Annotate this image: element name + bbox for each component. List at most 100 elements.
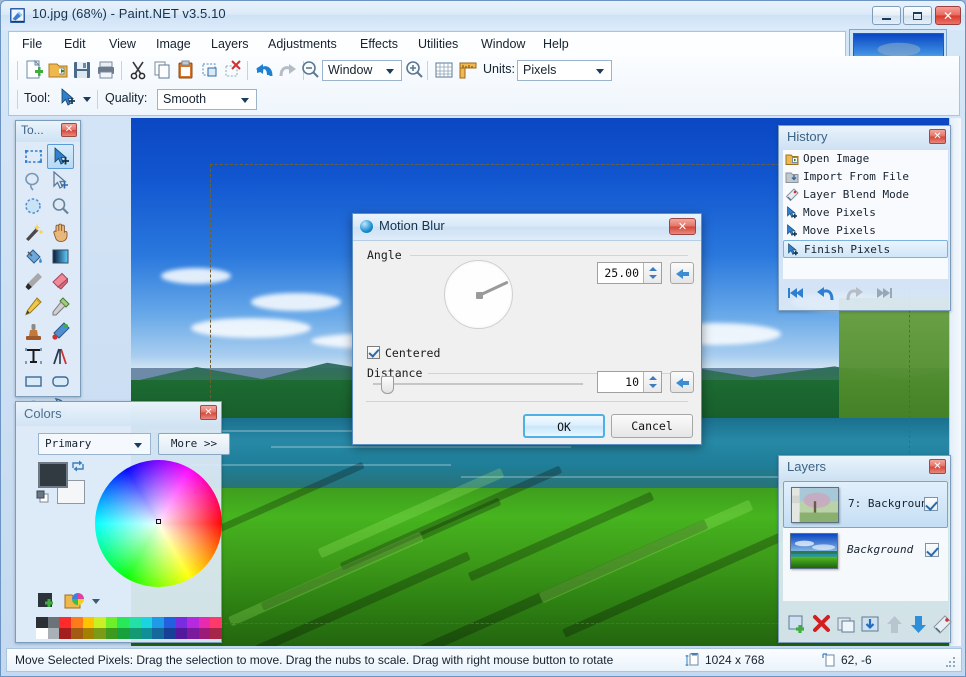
menu-file[interactable]: File <box>15 36 49 52</box>
history-redo-icon[interactable] <box>845 284 865 302</box>
palette-swatch[interactable] <box>129 628 141 639</box>
palette-swatch[interactable] <box>152 617 164 628</box>
rewind-to-start-icon[interactable] <box>787 284 807 302</box>
palette-swatch[interactable] <box>187 628 199 639</box>
colors-panel-close-icon[interactable]: ✕ <box>200 405 217 420</box>
palette-swatch[interactable] <box>198 628 211 639</box>
gradient-tool[interactable] <box>47 244 74 269</box>
zoom-out-icon[interactable] <box>299 59 321 81</box>
history-item[interactable]: Layer Blend Mode <box>783 186 948 204</box>
rectangle-select-tool[interactable] <box>20 144 47 169</box>
palette-swatch[interactable] <box>105 617 118 628</box>
angle-dial[interactable] <box>444 260 513 329</box>
palette-swatch[interactable] <box>47 617 60 628</box>
ok-button[interactable]: OK <box>523 414 605 438</box>
palette-swatch[interactable] <box>105 628 118 639</box>
magic-wand-tool[interactable] <box>20 219 47 244</box>
menu-image[interactable]: Image <box>149 36 198 52</box>
cancel-button[interactable]: Cancel <box>611 414 693 438</box>
more-colors-button[interactable]: More >> <box>158 433 230 455</box>
menu-edit[interactable]: Edit <box>57 36 93 52</box>
history-item[interactable]: Import From File <box>783 168 948 186</box>
spinner-up-icon[interactable] <box>649 376 657 380</box>
menu-window[interactable]: Window <box>474 36 532 52</box>
palette-swatch[interactable] <box>140 628 153 639</box>
palette-swatch[interactable] <box>59 628 71 639</box>
resize-grip-icon[interactable] <box>946 657 956 667</box>
palette-swatches[interactable] <box>36 617 222 639</box>
text-tool[interactable] <box>20 344 47 369</box>
maximize-button[interactable] <box>903 6 932 25</box>
palette-swatch[interactable] <box>36 628 48 639</box>
rulers-icon[interactable] <box>457 59 479 81</box>
tools-palette-close-icon[interactable]: ✕ <box>61 123 77 137</box>
spinner-down-icon[interactable] <box>649 275 657 279</box>
colors-panel-header[interactable]: Colors ✕ <box>16 402 221 426</box>
delete-layer-button[interactable] <box>811 614 832 635</box>
palette-swatch[interactable] <box>210 617 222 628</box>
eraser-tool[interactable] <box>47 269 74 294</box>
layer-visibility-checkbox[interactable] <box>924 497 938 511</box>
menu-help[interactable]: Help <box>536 36 576 52</box>
duplicate-layer-button[interactable] <box>836 614 857 635</box>
move-selected-pixels-icon[interactable] <box>57 87 79 109</box>
add-color-icon[interactable] <box>37 592 57 612</box>
paint-bucket-tool[interactable] <box>20 244 47 269</box>
recolor-tool[interactable] <box>47 319 74 344</box>
tools-palette-header[interactable]: To... ✕ <box>16 121 80 142</box>
palette-swatch[interactable] <box>94 617 106 628</box>
angle-reset-button[interactable] <box>670 262 694 284</box>
paste-icon[interactable] <box>175 59 197 81</box>
palette-swatch[interactable] <box>175 628 188 639</box>
new-file-icon[interactable] <box>23 59 45 81</box>
crop-to-selection-icon[interactable] <box>199 59 221 81</box>
print-icon[interactable] <box>95 59 117 81</box>
add-new-layer-button[interactable] <box>787 614 808 635</box>
history-panel-header[interactable]: History ✕ <box>779 126 950 150</box>
color-wheel-picker[interactable] <box>156 519 161 524</box>
history-item[interactable]: Move Pixels <box>783 204 948 222</box>
distance-reset-button[interactable] <box>670 371 694 393</box>
palette-swatch[interactable] <box>175 617 188 628</box>
palette-swatch[interactable] <box>187 617 199 628</box>
dialog-title-bar[interactable]: Motion Blur ✕ <box>353 214 701 241</box>
open-file-icon[interactable] <box>47 59 69 81</box>
reset-colors-icon[interactable] <box>36 490 50 504</box>
menu-utilities[interactable]: Utilities <box>411 36 465 52</box>
layer-row[interactable]: 7: Background <box>783 481 948 528</box>
move-layer-down-button[interactable] <box>908 614 929 635</box>
zoom-tool[interactable] <box>47 194 74 219</box>
palette-swatch[interactable] <box>163 617 176 628</box>
palette-swatch[interactable] <box>70 617 83 628</box>
minimize-button[interactable] <box>872 6 901 25</box>
palette-swatch[interactable] <box>140 617 153 628</box>
palette-icon[interactable] <box>64 590 86 612</box>
palette-swatch[interactable] <box>152 628 164 639</box>
color-wheel[interactable] <box>95 460 222 587</box>
menu-effects[interactable]: Effects <box>353 36 405 52</box>
rectangle-shape-tool[interactable] <box>20 369 47 394</box>
move-selection-tool[interactable] <box>47 169 74 194</box>
move-layer-up-button[interactable] <box>884 614 905 635</box>
close-button[interactable]: ✕ <box>935 6 961 25</box>
line-curve-tool[interactable] <box>47 344 74 369</box>
rounded-rectangle-shape-tool[interactable] <box>47 369 74 394</box>
palette-swatch[interactable] <box>129 617 141 628</box>
pencil-tool[interactable] <box>20 294 47 319</box>
ellipse-select-tool[interactable] <box>20 194 47 219</box>
redo-icon[interactable] <box>277 59 299 81</box>
history-undo-icon[interactable] <box>815 284 835 302</box>
menu-layers[interactable]: Layers <box>204 36 256 52</box>
color-picker-tool[interactable] <box>47 294 74 319</box>
palette-swatch[interactable] <box>117 617 129 628</box>
color-channel-combobox[interactable]: Primary <box>38 433 151 455</box>
spinner-down-icon[interactable] <box>649 384 657 388</box>
copy-icon[interactable] <box>151 59 173 81</box>
pan-tool[interactable] <box>47 219 74 244</box>
distance-spinner[interactable]: 10 <box>597 371 662 393</box>
save-icon[interactable] <box>71 59 93 81</box>
centered-checkbox[interactable] <box>367 346 380 359</box>
spinner-up-icon[interactable] <box>649 267 657 271</box>
clone-stamp-tool[interactable] <box>20 319 47 344</box>
grid-icon[interactable] <box>433 59 455 81</box>
